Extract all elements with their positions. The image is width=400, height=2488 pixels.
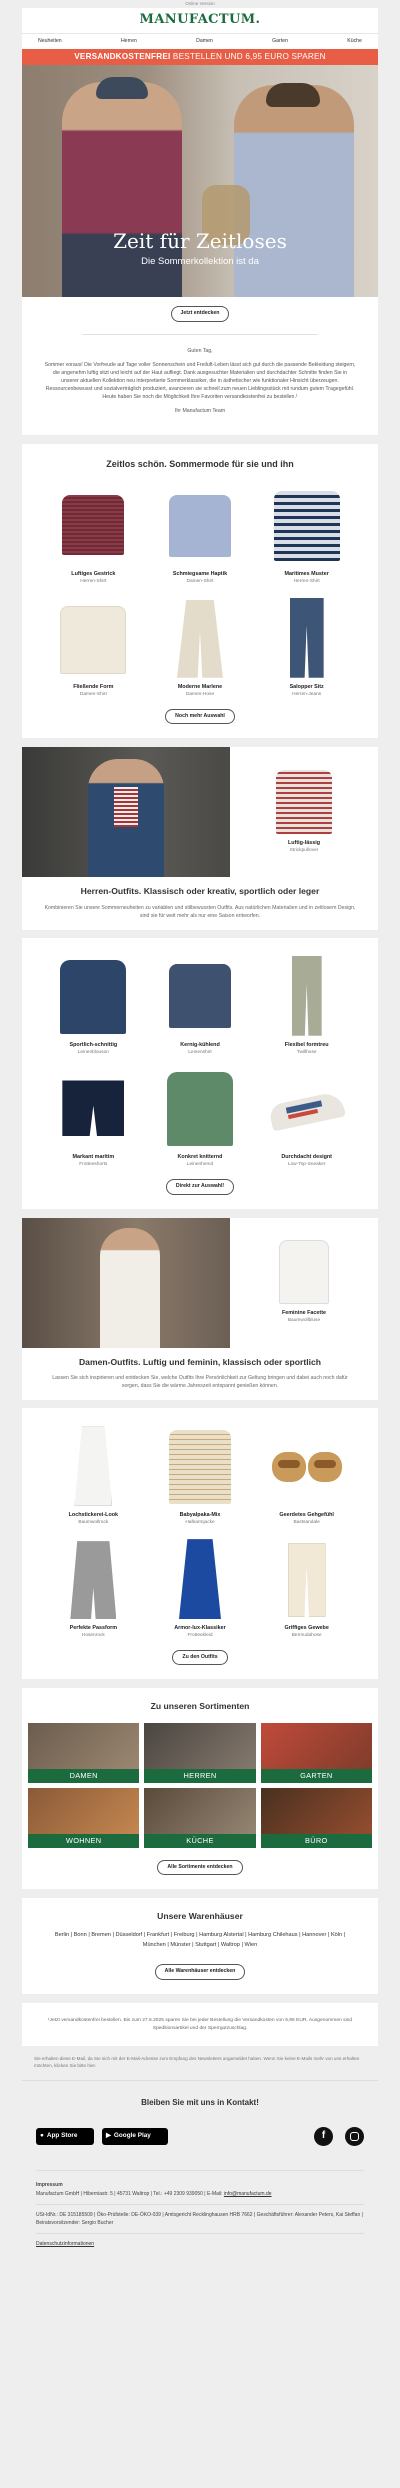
product-image[interactable]	[52, 594, 134, 680]
product-card[interactable]: Sportlich-schnittig Leinenblouson	[40, 952, 147, 1057]
app-links: ● App Store ▶ Google Play f	[22, 2126, 378, 2170]
intro-text: Guten Tag, Sommer voraus! Die Vorfreude …	[44, 347, 356, 414]
featured-product[interactable]: Feminine Facette Baumwollbluse	[230, 1218, 378, 1348]
online-version-link[interactable]: Online Version	[0, 0, 400, 8]
hero-cta-button[interactable]: Jetzt entdecken	[170, 306, 230, 322]
store-city-list[interactable]: Berlin | Bonn | Bremen | Düsseldorf | Fr…	[22, 1931, 378, 1961]
google-play-button[interactable]: ▶ Google Play	[102, 2127, 168, 2145]
app-store-button[interactable]: ● App Store	[36, 2127, 94, 2145]
section-summer-fashion: Zeitlos schön. Sommermode für sie und ih…	[22, 443, 378, 739]
section-text: Lassen Sie sich inspirieren und entdecke…	[52, 1375, 348, 1390]
section-stores: Unsere Warenhäuser Berlin | Bonn | Breme…	[22, 1898, 378, 1994]
product-card[interactable]: Luftiges Gestrick Herren-Shirt	[40, 481, 147, 586]
section-text: Kombinieren Sie unsere Sommerneuheiten z…	[44, 904, 356, 919]
product-card[interactable]: Perfekte Passform Hosenrock	[40, 1535, 147, 1640]
hero-title: Zeit für Zeitloses	[113, 229, 287, 253]
product-card[interactable]: Maritimes Muster Herren-Shirt	[253, 481, 360, 586]
product-card[interactable]: Fließende Form Damen-Shirt	[40, 594, 147, 699]
category-tile-herren[interactable]: HERREN	[144, 1722, 256, 1783]
product-card[interactable]: Lochstickerei-Look Baumwollrock	[40, 1422, 147, 1527]
section-title: Zu unseren Sortimenten	[150, 1701, 250, 1712]
nav-item-damen[interactable]: Damen	[196, 38, 213, 46]
facebook-icon[interactable]: f	[314, 2126, 333, 2146]
header: MANUFACTUM.	[22, 8, 378, 34]
nav-item-kueche[interactable]: Küche	[347, 38, 362, 46]
product-image[interactable]	[159, 594, 241, 680]
product-image[interactable]	[266, 594, 348, 680]
product-image[interactable]	[159, 1422, 241, 1508]
product-image[interactable]	[52, 952, 134, 1038]
nav-item-neuheiten[interactable]: Neuheiten	[38, 38, 62, 46]
more-selection-button[interactable]: Noch mehr Auswahl	[165, 708, 235, 725]
hero-image[interactable]: Zeit für Zeitloses Die Sommerkollektion …	[22, 65, 378, 297]
category-tile-buero[interactable]: BÜRO	[260, 1787, 372, 1848]
men-outfit-photo[interactable]	[22, 747, 230, 878]
apple-icon: ●	[40, 2132, 44, 2140]
product-card[interactable]: Schmiegsame Haptik Damen-Shirt	[147, 481, 254, 586]
product-card[interactable]: Moderne Marlene Damen-Hose	[147, 594, 254, 699]
instagram-icon[interactable]	[345, 2126, 364, 2146]
product-image[interactable]	[266, 1422, 348, 1508]
product-image[interactable]	[266, 1064, 348, 1150]
section-women-outfits: Feminine Facette Baumwollbluse Damen-Out…	[0, 1217, 400, 1680]
product-image[interactable]	[52, 1422, 134, 1508]
product-card[interactable]: Konkret knitternd Leinenhemd	[147, 1064, 254, 1169]
all-assortments-button[interactable]: Alle Sortimente entdecken	[157, 1859, 243, 1876]
section-assortments: Zu unseren Sortimenten DAMEN HERREN GART…	[22, 1688, 378, 1890]
product-image[interactable]	[159, 1535, 241, 1621]
promo-banner[interactable]: VERSANDKOSTENFREI BESTELLEN UND 6,95 EUR…	[22, 49, 378, 65]
product-card[interactable]: Markant maritim Frotteeshorts	[40, 1064, 147, 1169]
section-title: Damen-Outfits. Luftig und feminin, klass…	[78, 1356, 322, 1367]
product-image[interactable]	[159, 1064, 241, 1150]
product-image[interactable]	[52, 481, 134, 567]
product-card[interactable]: Flexibel formtreu Twillhose	[253, 952, 360, 1057]
product-image[interactable]	[159, 481, 241, 567]
product-image[interactable]	[266, 952, 348, 1038]
category-tile-garten[interactable]: GARTEN	[260, 1722, 372, 1783]
product-image[interactable]	[52, 1535, 134, 1621]
product-card[interactable]: Salopper Sitz Herren-Jeans	[253, 594, 360, 699]
top-card: MANUFACTUM. Neuheiten Herren Damen Garte…	[22, 8, 378, 435]
nav-item-garten[interactable]: Garten	[272, 38, 288, 46]
men-selection-button[interactable]: Direkt zur Auswahl!	[165, 1179, 235, 1195]
featured-product[interactable]: Luftig-lässig Strickpullover	[230, 747, 378, 877]
category-tile-wohnen[interactable]: WOHNEN	[28, 1787, 140, 1848]
section-title: Herren-Outfits. Klassisch oder kreativ, …	[80, 886, 320, 897]
privacy-link[interactable]: Datenschutzinformationen	[36, 2241, 94, 2247]
product-image[interactable]	[52, 1064, 134, 1150]
product-card[interactable]: Armor-lux-Klassiker Frotteekleid	[147, 1535, 254, 1640]
main-nav: Neuheiten Herren Damen Garten Küche	[22, 34, 378, 49]
product-card[interactable]: Babyalpaka-Mix Halbarmjacke	[147, 1422, 254, 1527]
product-image[interactable]	[266, 481, 348, 567]
section-title: Zeitlos schön. Sommermode für sie und ih…	[106, 458, 294, 469]
email-page: Online Version MANUFACTUM. Neuheiten Her…	[0, 0, 400, 2488]
product-image[interactable]	[159, 952, 241, 1038]
play-icon: ▶	[106, 2132, 111, 2140]
hero-subtitle: Die Sommerkollektion ist da	[141, 256, 259, 267]
footnote-card: ¹Jetzt versandkostenfrei bestellen. Bis …	[22, 2002, 378, 2047]
product-card[interactable]: Griffiges Gewebe Bermudahose	[253, 1535, 360, 1640]
section-title: Unsere Warenhäuser	[157, 1911, 243, 1922]
product-card[interactable]: Kernig-kühlend Leinenshirt	[147, 952, 254, 1057]
category-tile-kueche[interactable]: KÜCHE	[144, 1787, 256, 1848]
category-tile-damen[interactable]: DAMEN	[28, 1722, 140, 1783]
section-men-outfits: Luftig-lässig Strickpullover Herren-Outf…	[0, 747, 400, 1209]
email-link[interactable]: info@manufactum.de	[224, 2191, 272, 2197]
product-card[interactable]: Geerdetes Gehgefühl Bastsandale	[253, 1422, 360, 1527]
shipping-footnote: ¹Jetzt versandkostenfrei bestellen. Bis …	[47, 2017, 353, 2031]
women-outfits-button[interactable]: Zu den Outfits	[172, 1649, 228, 1666]
product-card[interactable]: Durchdacht designt Low-Top-Sneaker	[253, 1064, 360, 1169]
all-stores-button[interactable]: Alle Warenhäuser entdecken	[154, 1964, 246, 1980]
nav-item-herren[interactable]: Herren	[121, 38, 137, 46]
product-image[interactable]	[266, 1535, 348, 1621]
women-outfit-photo[interactable]	[22, 1217, 230, 1348]
imprint: Impressum Manufactum GmbH | Hiberniastr.…	[36, 2181, 364, 2247]
newsletter-notice[interactable]: Sie erhalten diese E-Mail, da Sie sich m…	[22, 2046, 378, 2080]
contact-heading: Bleiben Sie mit uns in Kontakt!	[22, 2079, 378, 2127]
brand-logo[interactable]: MANUFACTUM.	[140, 11, 261, 30]
